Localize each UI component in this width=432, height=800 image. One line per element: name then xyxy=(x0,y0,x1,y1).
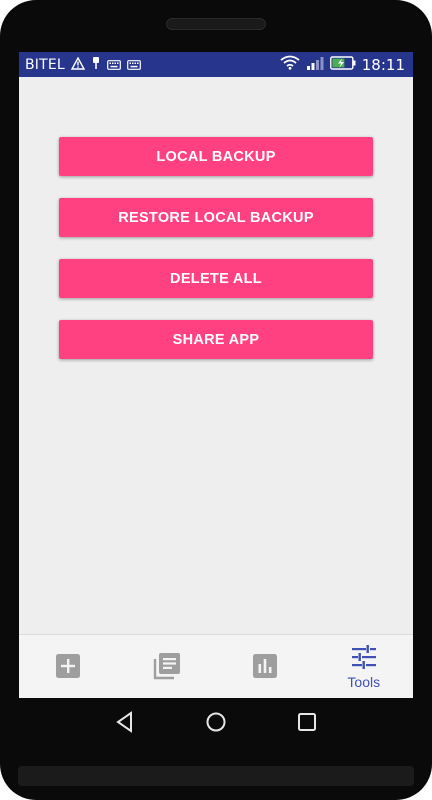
delete-all-button[interactable]: DELETE ALL xyxy=(59,259,373,298)
phone-bottom-bezel xyxy=(18,766,414,786)
phone-frame: BITEL 18:11 LOCAL BACKUP RESTORE LOCAL B… xyxy=(0,0,432,800)
share-app-button[interactable]: SHARE APP xyxy=(59,320,373,359)
nav-item-stats[interactable] xyxy=(216,635,315,698)
local-backup-button[interactable]: LOCAL BACKUP xyxy=(59,137,373,176)
bottom-navigation: Tools xyxy=(19,634,413,698)
recents-icon[interactable] xyxy=(296,711,318,737)
home-icon[interactable] xyxy=(205,711,227,737)
tune-icon xyxy=(351,645,377,673)
signal-icon xyxy=(306,55,324,74)
warning-icon xyxy=(70,55,86,74)
keyboard-icon xyxy=(127,55,141,74)
bar-chart-icon xyxy=(252,653,278,683)
keyboard-icon xyxy=(107,55,121,74)
usb-icon xyxy=(91,55,101,74)
app-screen: BITEL 18:11 LOCAL BACKUP RESTORE LOCAL B… xyxy=(19,52,413,698)
status-bar: BITEL 18:11 xyxy=(19,52,413,77)
status-clock: 18:11 xyxy=(361,55,405,74)
nav-item-tools[interactable]: Tools xyxy=(315,635,414,698)
nav-item-records[interactable] xyxy=(118,635,217,698)
system-navigation-bar xyxy=(19,698,413,750)
tools-actions: LOCAL BACKUP RESTORE LOCAL BACKUP DELETE… xyxy=(59,137,373,359)
wifi-icon xyxy=(280,55,300,74)
back-icon[interactable] xyxy=(114,711,136,737)
carrier-name: BITEL xyxy=(25,56,65,73)
nav-item-add[interactable] xyxy=(19,635,118,698)
nav-label-tools: Tools xyxy=(347,674,381,690)
battery-charging-icon xyxy=(329,55,356,74)
restore-local-backup-button[interactable]: RESTORE LOCAL BACKUP xyxy=(59,198,373,237)
earpiece-speaker xyxy=(166,18,266,30)
add-box-icon xyxy=(55,653,81,683)
library-books-icon xyxy=(153,652,181,684)
